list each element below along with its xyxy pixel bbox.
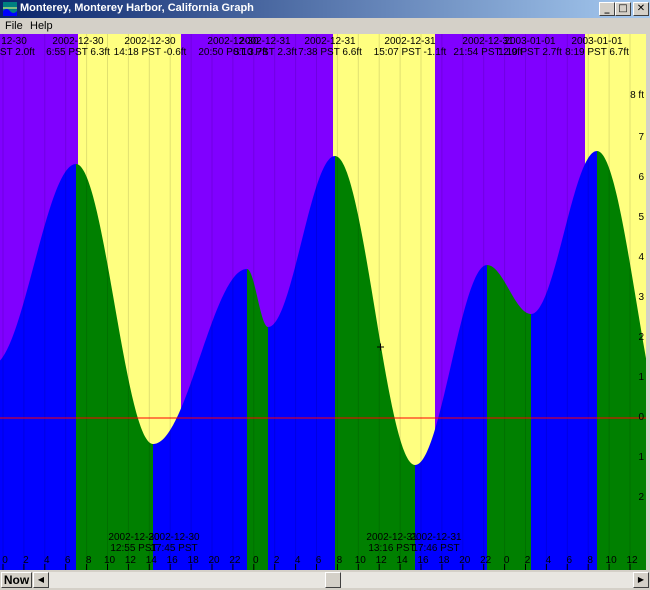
tide-event-detail: PST 2.0ft xyxy=(0,47,35,58)
close-button[interactable]: ✕ xyxy=(633,2,649,16)
depth-label: 2 xyxy=(638,492,644,503)
arrow-left-icon: ◀ xyxy=(37,575,45,584)
hour-label: 0 xyxy=(2,555,8,566)
scroll-right-button[interactable]: ▶ xyxy=(633,572,649,588)
scroll-left-button[interactable]: ◀ xyxy=(33,572,49,588)
minimize-icon: _ xyxy=(604,3,610,14)
hour-label: 12 xyxy=(125,555,137,566)
depth-label: 4 xyxy=(638,252,644,263)
hour-label: 10 xyxy=(355,555,367,566)
sun-event-date: 2002-12-31 xyxy=(410,532,462,543)
tide-event-detail: 6:55 PST 6.3ft xyxy=(46,47,110,58)
hour-label: 2 xyxy=(525,555,531,566)
hour-label: 0 xyxy=(253,555,259,566)
hour-label: 4 xyxy=(546,555,552,566)
hour-label: 6 xyxy=(316,555,322,566)
window-title: Monterey, Monterey Harbor, California Gr… xyxy=(20,2,254,14)
horizontal-scrollbar[interactable]: ◀ ▶ xyxy=(33,572,649,588)
menu-file[interactable]: File xyxy=(5,20,23,32)
tide-event-date: 2002-12-31 xyxy=(384,36,436,47)
hour-label: 12 xyxy=(376,555,388,566)
hour-label: 6 xyxy=(65,555,71,566)
depth-label: 7 xyxy=(638,132,644,143)
hour-label: 16 xyxy=(417,555,429,566)
hour-label: 22 xyxy=(229,555,241,566)
sun-event-date: 2002-12-30 xyxy=(148,532,200,543)
sun-event-detail: 17:46 PST xyxy=(412,543,459,554)
depth-label: 1 xyxy=(638,372,644,383)
maximize-button[interactable]: □ xyxy=(615,2,631,16)
tide-event-date: 2002-12-30 xyxy=(124,36,176,47)
hour-label: 8 xyxy=(587,555,593,566)
tide-graph-window: Monterey, Monterey Harbor, California Gr… xyxy=(0,0,650,590)
hour-label: 12 xyxy=(626,555,638,566)
hour-label: 0 xyxy=(504,555,510,566)
hour-label: 18 xyxy=(438,555,450,566)
tide-event-date: 2002-12-31 xyxy=(304,36,356,47)
minimize-button[interactable]: _ xyxy=(599,2,615,16)
depth-label: 5 xyxy=(638,212,644,223)
hour-label: 10 xyxy=(606,555,618,566)
title-bar[interactable]: Monterey, Monterey Harbor, California Gr… xyxy=(0,0,650,18)
hour-label: 2 xyxy=(23,555,29,566)
hour-label: 16 xyxy=(167,555,179,566)
depth-label: 1 xyxy=(638,452,644,463)
menu-help[interactable]: Help xyxy=(30,20,53,32)
sun-event-detail: 13:16 PST xyxy=(368,543,415,554)
depth-label: 2 xyxy=(638,332,644,343)
depth-label: 3 xyxy=(638,292,644,303)
tide-event-date: 2002-12-30 xyxy=(52,36,104,47)
hour-label: 10 xyxy=(104,555,116,566)
hour-label: 14 xyxy=(146,555,158,566)
hour-label: 20 xyxy=(208,555,220,566)
hour-label: 8 xyxy=(337,555,343,566)
tide-event-detail: 14:18 PST -0.6ft xyxy=(114,47,187,58)
depth-label: 6 xyxy=(638,172,644,183)
now-button[interactable]: Now xyxy=(1,572,32,588)
hour-label: 18 xyxy=(188,555,200,566)
depth-label: 0 xyxy=(638,412,644,423)
tide-graph[interactable]: 8 ft765432101212-30PST 2.0ft2002-12-306:… xyxy=(0,34,646,570)
maximize-icon: □ xyxy=(618,3,628,14)
scroll-thumb[interactable] xyxy=(325,572,341,588)
tide-event-date: 2003-01-01 xyxy=(571,36,623,47)
menu-bar: File Help xyxy=(0,18,650,34)
arrow-right-icon: ▶ xyxy=(637,575,645,584)
sun-event-detail: 17:45 PST xyxy=(150,543,197,554)
bottom-bar: Now ◀ ▶ xyxy=(0,570,650,590)
tide-event-detail: 8:19 PST 6.7ft xyxy=(565,47,629,58)
depth-label: 8 ft xyxy=(630,90,644,101)
tide-event-detail: 15:07 PST -1.1ft xyxy=(374,47,447,58)
tide-event-date: 2003-01-01 xyxy=(504,36,556,47)
hour-label: 4 xyxy=(44,555,50,566)
close-icon: ✕ xyxy=(636,3,646,14)
tide-event-detail: 1:10 PST 2.7ft xyxy=(498,47,562,58)
hour-label: 22 xyxy=(480,555,492,566)
hour-label: 8 xyxy=(86,555,92,566)
app-icon xyxy=(3,2,17,16)
hour-label: 6 xyxy=(567,555,573,566)
hour-label: 20 xyxy=(459,555,471,566)
tide-event-date: 12-30 xyxy=(1,36,27,47)
tide-event-date: 2002-12-31 xyxy=(239,36,291,47)
hour-label: 14 xyxy=(397,555,409,566)
hour-label: 2 xyxy=(274,555,280,566)
tide-event-detail: 7:38 PST 6.6ft xyxy=(298,47,362,58)
hour-label: 4 xyxy=(295,555,301,566)
tide-event-detail: 0:10 PST 2.3ft xyxy=(233,47,297,58)
